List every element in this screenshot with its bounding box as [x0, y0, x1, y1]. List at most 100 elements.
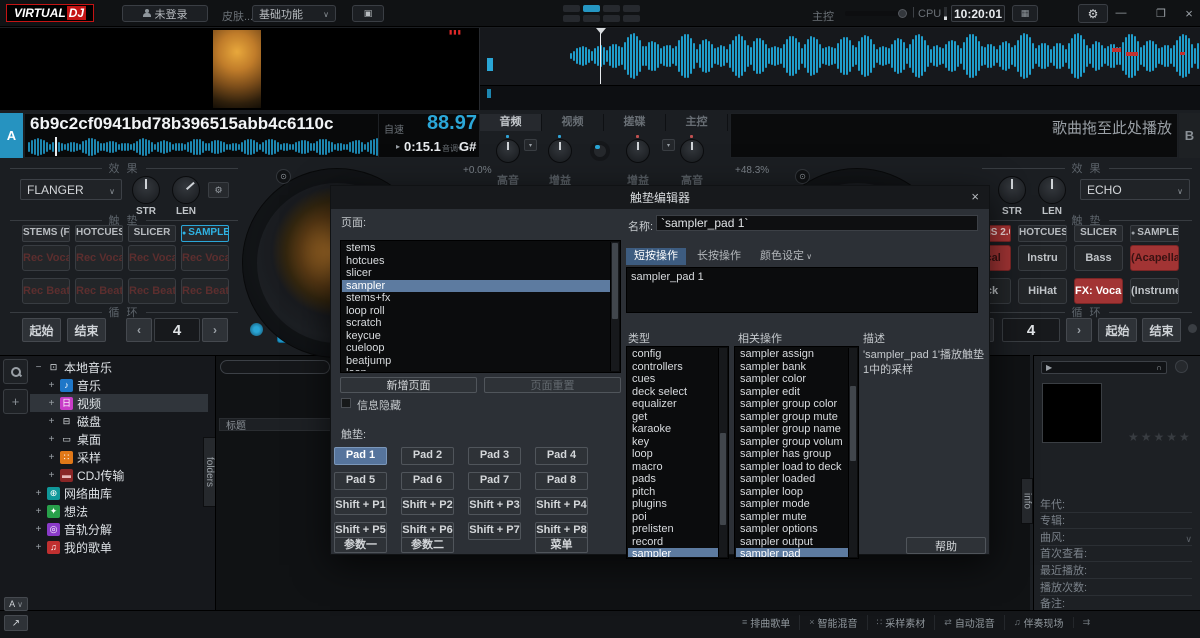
bottom-toolbar-button[interactable]: ≡ 排曲歌单 [742, 615, 790, 630]
type-list-item[interactable]: config [628, 348, 718, 361]
performance-pad[interactable]: FX: Vocal [1074, 278, 1123, 304]
expander-icon[interactable]: + [34, 524, 43, 535]
deck-a-gain-knob[interactable] [548, 139, 572, 163]
pad-select-button[interactable]: Pad 4 [535, 447, 588, 465]
action-list-item[interactable]: sampler options [736, 523, 848, 536]
balance-ring-knob[interactable] [590, 141, 610, 161]
plugin-store-button[interactable]: ▣ [352, 5, 384, 22]
sidebar-item[interactable]: + ◎ 音轨分解 [30, 520, 208, 538]
type-list-item[interactable]: equalizer [628, 398, 718, 411]
scrollbar[interactable] [610, 242, 619, 371]
bottom-toolbar-button[interactable]: ∷ 采样素材 [867, 615, 926, 630]
expander-icon[interactable]: + [47, 470, 56, 481]
pad-page-tab[interactable]: STEMS (FAS... [22, 225, 70, 242]
type-list-item[interactable]: cues [628, 373, 718, 386]
search-button[interactable] [3, 359, 28, 384]
minimize-button[interactable]: — [1110, 6, 1132, 20]
deck-a-loop-length[interactable]: 4 [154, 318, 200, 342]
settings-button[interactable]: ⚙ [1078, 4, 1108, 23]
loop-half-button[interactable]: ‹ [126, 318, 152, 342]
deck-b-high-eq-knob[interactable] [680, 139, 704, 163]
metadata-field[interactable]: 首次查看: ∨ [1040, 546, 1192, 563]
expand-browser-button[interactable]: ↗ [4, 615, 28, 631]
pad-select-button[interactable]: Pad 2 [401, 447, 454, 465]
expander-icon[interactable]: − [34, 362, 43, 373]
performance-pad[interactable]: HiHat [1018, 278, 1067, 304]
performance-pad[interactable]: Rec Beats [75, 278, 123, 304]
deck-layout-indicator[interactable] [563, 5, 640, 22]
menu-button[interactable]: 菜单 [535, 537, 588, 553]
prelisten-options-button[interactable] [1175, 360, 1188, 373]
expander-icon[interactable]: + [47, 416, 56, 427]
help-button[interactable]: 帮助 [906, 537, 986, 554]
type-list-item[interactable]: pitch [628, 486, 718, 499]
performance-pad[interactable]: Rec Vocal [128, 245, 176, 271]
pad-page-tab[interactable]: HOTCUES [75, 225, 123, 242]
scrollbar[interactable] [718, 348, 727, 557]
deck-a-overview-waveform[interactable] [28, 138, 380, 156]
mixer-tab[interactable]: 音频 [480, 114, 542, 131]
pad-select-button[interactable]: Shift + P3 [468, 497, 521, 515]
deck-a-time[interactable]: 0:15.1 [404, 139, 441, 154]
action-list-item[interactable]: sampler edit [736, 386, 848, 399]
layout-cell[interactable] [583, 15, 600, 22]
pad-select-button[interactable]: Pad 6 [401, 472, 454, 490]
script-editor[interactable]: sampler_pad 1 [626, 267, 978, 313]
metadata-field[interactable]: 最近播放: ∨ [1040, 562, 1192, 579]
action-list-item[interactable]: sampler group color [736, 398, 848, 411]
dialog-close-icon[interactable]: × [971, 190, 979, 203]
param2-button[interactable]: 参数二 [401, 537, 454, 553]
page-list-item[interactable]: keycue [342, 330, 610, 343]
page-list-item[interactable]: beatjump [342, 355, 610, 368]
display-settings-button[interactable]: ▦ [1012, 5, 1038, 22]
bottom-toolbar-button[interactable]: ⇄ 自动混音 [934, 615, 995, 630]
deck-a-high-eq-knob[interactable] [496, 139, 520, 163]
sidebar-item[interactable]: + 日 视频 [30, 394, 208, 412]
deck-b-tab[interactable]: B [1179, 113, 1200, 158]
pad-select-button[interactable]: Shift + P7 [468, 522, 521, 540]
expander-icon[interactable]: + [47, 452, 56, 463]
scrollbar-thumb[interactable] [850, 386, 856, 461]
reset-page-button[interactable]: 页面重置 [484, 377, 621, 393]
page-list[interactable]: stemshotcuesslicersamplerstems+fxloop ro… [340, 240, 621, 373]
sidebar-item[interactable]: + ⊕ 网络曲库 [30, 484, 208, 502]
add-folder-button[interactable]: + [3, 389, 28, 414]
metadata-field[interactable]: 专辑: ∨ [1040, 513, 1192, 530]
action-list-item[interactable]: sampler pad [736, 548, 848, 557]
deck-a-bpm[interactable]: 88.97 [404, 112, 477, 135]
deck-a-fx-len-knob[interactable] [172, 176, 200, 204]
type-list-item[interactable]: karaoke [628, 423, 718, 436]
sidebar-item[interactable]: + ♫ 我的歌单 [30, 538, 208, 556]
performance-pad[interactable]: Rec Vocal [181, 245, 229, 271]
pad-select-button[interactable]: Shift + P4 [535, 497, 588, 515]
mixer-tab[interactable]: 视频 [542, 114, 604, 131]
action-tab[interactable]: 长按操作 [689, 248, 749, 265]
deck-b-pitch-value[interactable]: +48.3% [735, 165, 769, 176]
pad-page-tab[interactable]: SLICER [128, 225, 176, 242]
dialog-title-bar[interactable]: 触垫编辑器 [331, 186, 989, 209]
performance-pad[interactable]: Rec Beats [128, 278, 176, 304]
action-list-item[interactable]: sampler output [736, 536, 848, 549]
layout-cell[interactable] [623, 15, 640, 22]
performance-pad[interactable]: Rec Vocal [22, 245, 70, 271]
skin-select[interactable]: 基础功能 [252, 5, 336, 22]
type-list-item[interactable]: poi [628, 511, 718, 524]
page-list-item[interactable]: sampler [342, 280, 610, 293]
action-tab[interactable]: 短按操作 [626, 248, 686, 265]
type-list-item[interactable]: plugins [628, 498, 718, 511]
layout-cell[interactable] [563, 5, 580, 12]
pad-select-button[interactable]: Pad 3 [468, 447, 521, 465]
performance-pad[interactable]: Bass [1074, 245, 1123, 271]
performance-pad[interactable]: Rec Vocal [75, 245, 123, 271]
type-list-item[interactable]: key [628, 436, 718, 449]
bottom-toolbar-button[interactable]: × 智能混音 [799, 615, 857, 630]
close-button[interactable]: × [1178, 6, 1200, 20]
pad-select-button[interactable]: Shift + P2 [401, 497, 454, 515]
loop-mode-icon[interactable] [250, 323, 263, 336]
action-list-item[interactable]: sampler mute [736, 511, 848, 524]
add-page-button[interactable]: 新增页面 [340, 377, 477, 393]
expander-icon[interactable]: + [47, 434, 56, 445]
scrollbar[interactable] [848, 348, 857, 557]
layout-cell[interactable] [603, 5, 620, 12]
loop-double-button[interactable]: › [1066, 318, 1092, 342]
